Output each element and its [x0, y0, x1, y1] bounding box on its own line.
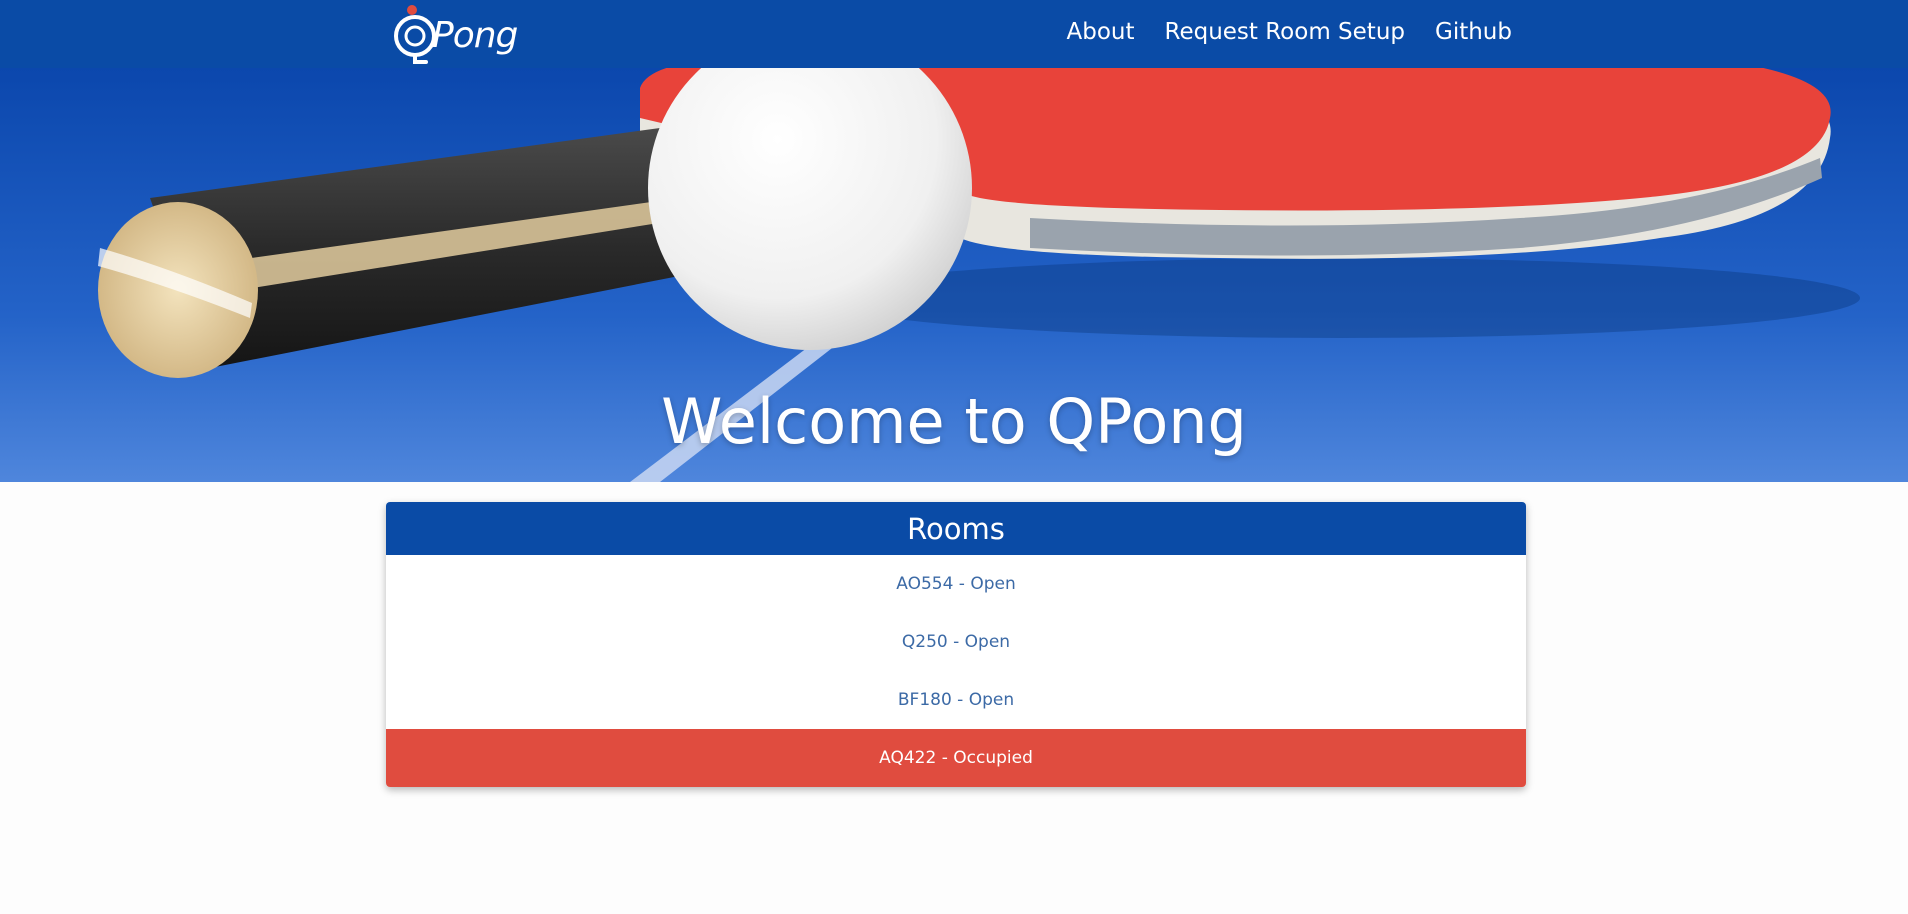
- nav-request-room-setup-link[interactable]: Request Room Setup: [1165, 19, 1406, 45]
- hero-title: Welcome to QPong: [661, 385, 1247, 458]
- logo[interactable]: Pong: [390, 0, 518, 68]
- hero-banner: Welcome to QPong: [0, 68, 1908, 482]
- room-row-ao554[interactable]: AO554 - Open: [386, 555, 1526, 613]
- logo-text: Pong: [432, 14, 518, 56]
- room-row-aq422[interactable]: AQ422 - Occupied: [386, 729, 1526, 787]
- nav-about-link[interactable]: About: [1066, 19, 1134, 45]
- rooms-panel-title: Rooms: [386, 502, 1526, 555]
- rooms-panel: Rooms AO554 - Open Q250 - Open BF180 - O…: [386, 502, 1526, 787]
- navbar: Pong About Request Room Setup Github: [0, 0, 1908, 68]
- room-row-q250[interactable]: Q250 - Open: [386, 613, 1526, 671]
- nav-github-link[interactable]: Github: [1435, 19, 1512, 45]
- nav-links: About Request Room Setup Github: [1066, 0, 1512, 64]
- room-row-bf180[interactable]: BF180 - Open: [386, 671, 1526, 729]
